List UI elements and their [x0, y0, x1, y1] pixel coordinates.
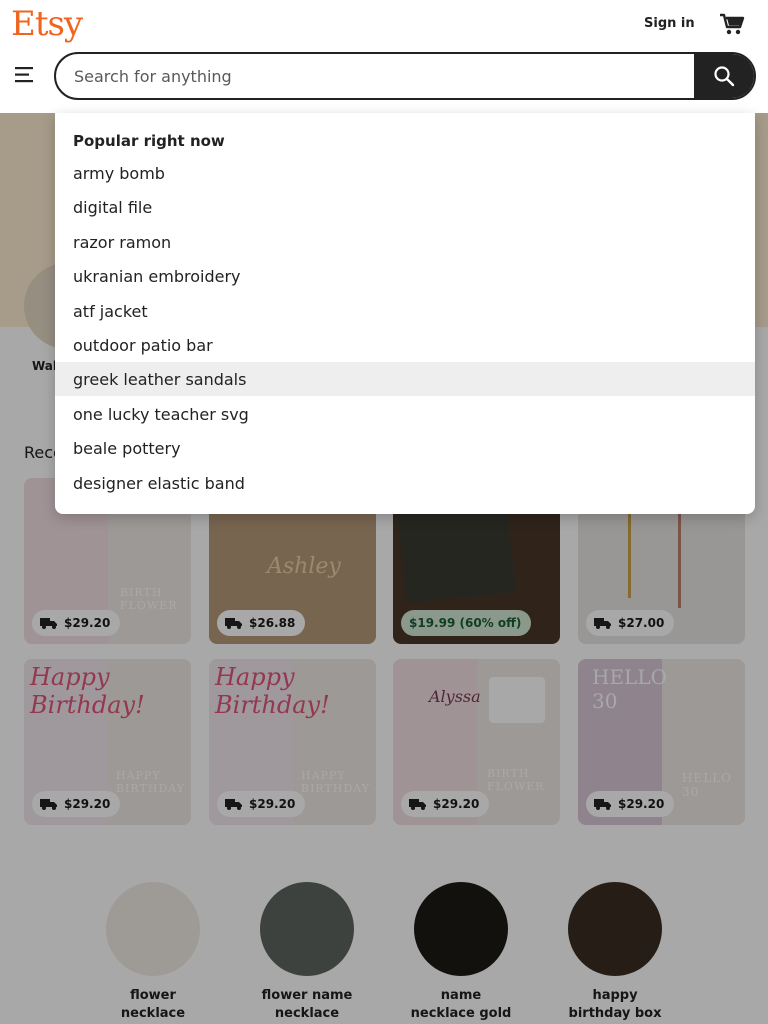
suggestion-item[interactable]: outdoor patio bar [55, 328, 755, 362]
search-suggestions-dropdown: Popular right now army bomb digital file… [55, 113, 755, 514]
suggestion-item[interactable]: army bomb [55, 156, 755, 190]
suggestion-item[interactable]: razor ramon [55, 225, 755, 259]
suggestion-item[interactable]: digital file [55, 190, 755, 224]
suggestion-item[interactable]: one lucky teacher svg [55, 397, 755, 431]
suggestion-item[interactable]: beale pottery [55, 431, 755, 465]
suggestion-item[interactable]: atf jacket [55, 294, 755, 328]
etsy-logo[interactable]: Etsy [11, 4, 83, 44]
suggestions-title: Popular right now [73, 132, 225, 150]
search-bar [54, 52, 756, 100]
suggestion-item[interactable]: ukranian embroidery [55, 259, 755, 293]
sign-in-link[interactable]: Sign in [644, 16, 695, 31]
search-icon [714, 66, 735, 87]
search-input[interactable] [56, 54, 696, 98]
menu-icon[interactable] [14, 64, 36, 86]
suggestion-item-highlighted[interactable]: greek leather sandals [55, 362, 755, 396]
search-button[interactable] [694, 54, 754, 98]
cart-icon[interactable] [719, 12, 745, 36]
suggestion-item[interactable]: designer elastic band [55, 466, 755, 500]
site-header: Etsy Sign in [0, 0, 768, 113]
